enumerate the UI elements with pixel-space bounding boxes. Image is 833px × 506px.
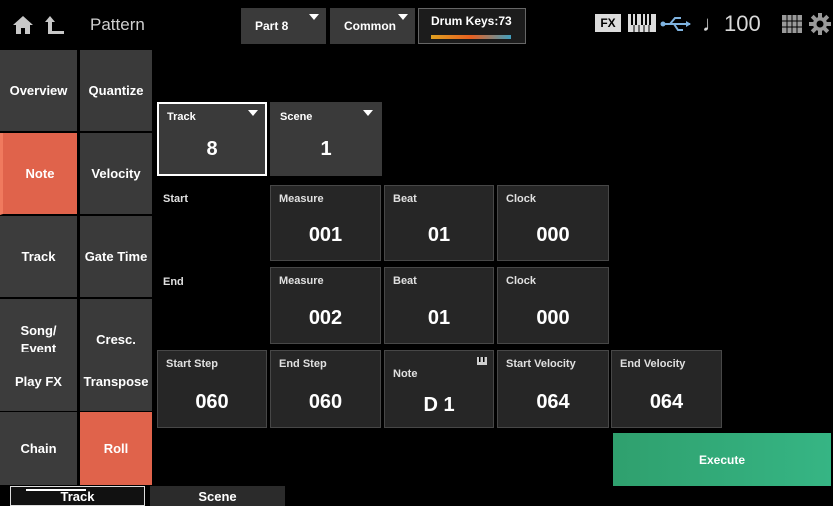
field-label: End Step [279,358,327,370]
field-label: End Velocity [620,358,686,370]
tab-label: Gate Time [84,249,148,264]
drum-keys-bar [431,35,511,39]
common-label: Common [344,19,396,33]
tab-quantize[interactable]: Quantize [80,50,152,132]
bottom-tab-track[interactable]: Track [10,486,145,506]
keyboard-icon[interactable] [628,14,656,32]
drum-keys-indicator[interactable]: Drum Keys:73 [418,8,526,44]
field-label: Measure [279,193,324,205]
back-up-icon[interactable] [44,14,66,36]
end-row-label: End [163,276,184,288]
part-select-button[interactable]: Part 8 [241,8,326,44]
start-beat-field[interactable]: Beat 01 [384,185,494,261]
field-label: Start Velocity [506,358,576,370]
dropdown-triangle-icon [363,110,373,116]
field-label: Clock [506,275,536,287]
track-selector-label: Track [167,111,196,123]
common-button[interactable]: Common [330,8,415,44]
field-value: D 1 [423,394,455,416]
end-measure-field[interactable]: Measure 002 [270,267,381,344]
usb-icon [660,17,691,31]
field-label: Beat [393,193,417,205]
field-value: 01 [427,307,451,329]
tab-velocity[interactable]: Velocity [80,133,152,215]
tab-label: Note [25,165,55,181]
field-value: 000 [536,224,570,246]
start-velocity-field[interactable]: Start Velocity 064 [497,350,609,428]
field-label: Beat [393,275,417,287]
gear-icon[interactable] [809,13,831,35]
field-value: 064 [649,391,684,413]
end-beat-field[interactable]: Beat 01 [384,267,494,344]
tab-label: Velocity [91,166,141,181]
field-value: 060 [195,391,229,413]
field-label: Note [393,368,418,380]
tab-label: Chain [20,440,57,456]
start-step-field[interactable]: Start Step 060 [157,350,267,428]
bottom-tab-scene[interactable]: Scene [150,486,285,506]
scene-selector[interactable]: Scene 1 [270,102,382,176]
grid-menu-icon[interactable] [782,15,802,33]
tab-label: Overview [9,82,68,98]
keyboard-input-icon[interactable] [477,357,487,365]
page-title: Pattern [90,15,145,34]
dropdown-triangle-icon [398,14,408,20]
track-selector-value: 8 [206,138,218,160]
field-value: 064 [536,391,570,413]
start-row-label: Start [163,193,189,205]
tab-chain[interactable]: Chain [0,412,77,486]
tab-roll[interactable]: Roll [80,412,152,486]
field-label: Measure [279,275,324,287]
top-bar: Pattern Part 8 Common Drum Keys:73 FX ♩1… [0,0,833,50]
tab-gate-time[interactable]: Gate Time [80,216,152,298]
field-value: 060 [308,391,343,413]
scene-selector-label: Scene [280,111,313,123]
drum-keys-label: Drum Keys:73 [431,14,512,28]
dropdown-triangle-icon [309,14,319,20]
tab-track[interactable]: Track [0,216,77,298]
scene-selector-value: 1 [320,138,332,160]
start-measure-field[interactable]: Measure 001 [270,185,381,261]
field-label: Start Step [166,358,218,370]
field-value: 01 [427,224,451,246]
tab-note[interactable]: Note [0,133,77,215]
note-field[interactable]: Note D 1 [384,350,494,428]
field-value: 002 [308,307,343,329]
tab-play-fx[interactable]: Play FX [0,352,77,412]
field-value: 000 [536,307,570,329]
field-value: 001 [308,224,343,246]
execute-button[interactable]: Execute [613,433,831,486]
active-tab-indicator [26,489,86,491]
tab-label: Track [21,248,56,264]
field-label: Clock [506,193,536,205]
tab-label: Play FX [15,373,62,389]
tempo-display[interactable]: ♩100 [702,11,761,37]
tab-label: Roll [103,441,129,456]
dropdown-triangle-icon [248,110,258,116]
start-clock-field[interactable]: Clock 000 [497,185,609,261]
end-clock-field[interactable]: Clock 000 [497,267,609,344]
fx-badge[interactable]: FX [595,14,621,32]
part-select-label: Part 8 [255,19,289,33]
track-selector[interactable]: Track 8 [157,102,267,176]
tab-label: Transpose [83,374,149,389]
tab-overview[interactable]: Overview [0,50,77,132]
bottom-tab-label: Scene [198,488,237,504]
end-velocity-field[interactable]: End Velocity 064 [611,350,722,428]
end-step-field[interactable]: End Step 060 [270,350,381,428]
home-icon[interactable] [12,15,34,35]
tab-label: Quantize [88,83,144,98]
tab-label: Cresc. [96,332,136,347]
tab-transpose[interactable]: Transpose [80,352,152,412]
